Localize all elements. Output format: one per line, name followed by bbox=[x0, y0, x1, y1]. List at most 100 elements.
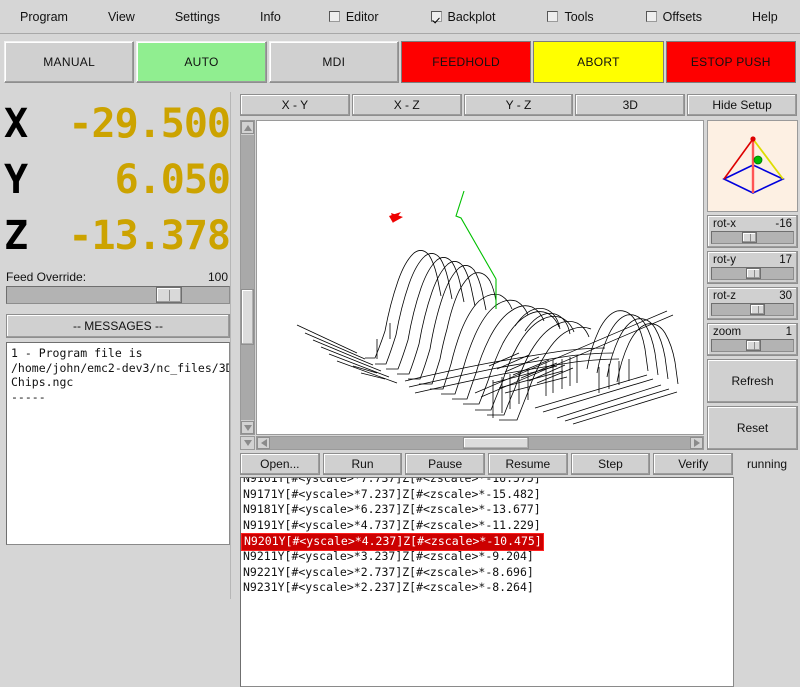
menu-bar: Program View Settings Info Editor Backpl… bbox=[0, 0, 800, 34]
mode-button-abort[interactable]: ABORT bbox=[533, 41, 663, 83]
refresh-button[interactable]: Refresh bbox=[707, 359, 798, 403]
checkbox-backplot-label: Backplot bbox=[448, 10, 496, 24]
feed-override-label: Feed Override: bbox=[6, 270, 86, 284]
reset-button[interactable]: Reset bbox=[707, 406, 798, 450]
rot-x-label: rot-x bbox=[713, 218, 736, 230]
menu-item-view[interactable]: View bbox=[102, 7, 141, 27]
gcode-line[interactable]: N9231Y[#<yscale>*2.237]Z[#<zscale>*-8.26… bbox=[241, 580, 733, 596]
run-button[interactable]: Run bbox=[323, 453, 403, 475]
checkbox-offsets[interactable]: Offsets bbox=[642, 7, 706, 27]
rot-y-control[interactable]: rot-y 17 bbox=[707, 251, 798, 284]
messages-text: 1 - Program file is /home/john/emc2-dev3… bbox=[6, 342, 230, 545]
view-tab-3d[interactable]: 3D bbox=[575, 94, 685, 116]
rot-y-label: rot-y bbox=[713, 254, 736, 266]
plot-scroll-right-icon[interactable] bbox=[690, 437, 703, 449]
rot-x-slider[interactable] bbox=[711, 231, 794, 244]
plot-hscroll-thumb[interactable] bbox=[463, 437, 529, 449]
mode-button-mdi[interactable]: MDI bbox=[269, 41, 399, 83]
dro-axis-label-z: Z bbox=[4, 216, 40, 256]
rot-y-slider-thumb[interactable] bbox=[746, 268, 761, 279]
dro-row-x: X -29.500 bbox=[4, 96, 230, 152]
rot-y-value: 17 bbox=[779, 254, 792, 266]
toolpath-drawing bbox=[257, 121, 703, 434]
mode-button-manual[interactable]: MANUAL bbox=[4, 41, 134, 83]
plot-scroll-corner[interactable] bbox=[240, 436, 255, 450]
menu-item-help[interactable]: Help bbox=[746, 7, 784, 27]
zoom-control[interactable]: zoom 1 bbox=[707, 323, 798, 356]
rot-x-slider-thumb[interactable] bbox=[742, 232, 757, 243]
pause-button[interactable]: Pause bbox=[405, 453, 485, 475]
rot-z-control[interactable]: rot-z 30 bbox=[707, 287, 798, 320]
zoom-slider[interactable] bbox=[711, 339, 794, 352]
zoom-label: zoom bbox=[713, 326, 741, 338]
run-status-label: running bbox=[736, 457, 798, 471]
resume-button[interactable]: Resume bbox=[488, 453, 568, 475]
gcode-line[interactable]: N9221Y[#<yscale>*2.737]Z[#<zscale>*-8.69… bbox=[241, 565, 733, 581]
backplot-canvas[interactable] bbox=[256, 120, 704, 435]
dro-value-x: -29.500 bbox=[40, 104, 230, 144]
plot-scroll-up-icon[interactable] bbox=[241, 121, 254, 134]
dro-axis-label-y: Y bbox=[4, 160, 40, 200]
checkbox-tools[interactable]: Tools bbox=[543, 7, 597, 27]
messages-header-button[interactable]: -- MESSAGES -- bbox=[6, 314, 230, 338]
gcode-panel-filler bbox=[734, 477, 800, 687]
program-control-row: Open... Run Pause Resume Step Verify run… bbox=[240, 452, 798, 476]
view-tab-xy[interactable]: X - Y bbox=[240, 94, 350, 116]
gcode-line[interactable]: N9211Y[#<yscale>*3.237]Z[#<zscale>*-9.20… bbox=[241, 549, 733, 565]
view-tab-xz[interactable]: X - Z bbox=[352, 94, 462, 116]
linuxcnc-axis-window: Program View Settings Info Editor Backpl… bbox=[0, 0, 800, 599]
rot-x-value: -16 bbox=[775, 218, 792, 230]
plot-vertical-scrollbar[interactable] bbox=[240, 120, 255, 435]
mode-button-feedhold[interactable]: FEEDHOLD bbox=[401, 41, 531, 83]
menu-item-info[interactable]: Info bbox=[254, 7, 287, 27]
menu-item-settings[interactable]: Settings bbox=[169, 7, 226, 27]
rot-z-label: rot-z bbox=[713, 290, 736, 302]
view-tab-hide-setup[interactable]: Hide Setup bbox=[687, 94, 797, 116]
dro-row-y: Y 6.050 bbox=[4, 152, 230, 208]
gcode-line[interactable]: N9181Y[#<yscale>*6.237]Z[#<zscale>*-13.6… bbox=[241, 502, 733, 518]
checkbox-backplot-box[interactable] bbox=[431, 11, 442, 22]
backplot-area: rot-x -16 rot-y 17 bbox=[240, 120, 798, 450]
panel-divider[interactable] bbox=[230, 92, 237, 599]
checkbox-editor-box[interactable] bbox=[329, 11, 340, 22]
gcode-line[interactable]: N9171Y[#<yscale>*7.237]Z[#<zscale>*-15.4… bbox=[241, 487, 733, 503]
gcode-line[interactable]: N9191Y[#<yscale>*4.737]Z[#<zscale>*-11.2… bbox=[241, 518, 733, 534]
plot-horizontal-scrollbar[interactable] bbox=[256, 436, 704, 450]
checkbox-backplot[interactable]: Backplot bbox=[427, 7, 500, 27]
plot-vscroll-track[interactable] bbox=[241, 135, 254, 420]
gcode-listing[interactable]: N9161Y[#<yscale>*7.737]Z[#<zscale>*-16.5… bbox=[240, 477, 734, 687]
step-button[interactable]: Step bbox=[571, 453, 651, 475]
feed-override-slider-thumb[interactable] bbox=[156, 287, 182, 303]
right-panel: X - Y X - Z Y - Z 3D Hide Setup bbox=[238, 92, 800, 599]
feed-override-slider[interactable] bbox=[6, 286, 230, 304]
zoom-slider-thumb[interactable] bbox=[746, 340, 761, 351]
rot-z-value: 30 bbox=[779, 290, 792, 302]
verify-button[interactable]: Verify bbox=[653, 453, 733, 475]
checkbox-offsets-label: Offsets bbox=[663, 10, 702, 24]
mode-button-auto[interactable]: AUTO bbox=[136, 41, 266, 83]
tool-position-marker bbox=[389, 212, 403, 223]
checkbox-editor-label: Editor bbox=[346, 10, 379, 24]
feed-override-value: 100 bbox=[208, 270, 228, 284]
checkbox-tools-box[interactable] bbox=[547, 11, 558, 22]
axis-pyramid-icon bbox=[707, 120, 798, 212]
menu-item-program[interactable]: Program bbox=[14, 7, 74, 27]
dro-value-z: -13.378 bbox=[40, 216, 230, 256]
rot-z-slider-thumb[interactable] bbox=[750, 304, 765, 315]
checkbox-editor[interactable]: Editor bbox=[325, 7, 383, 27]
gcode-line[interactable]: N9161Y[#<yscale>*7.737]Z[#<zscale>*-16.5… bbox=[241, 477, 733, 487]
checkbox-offsets-box[interactable] bbox=[646, 11, 657, 22]
mode-button-estop[interactable]: ESTOP PUSH bbox=[666, 41, 796, 83]
rot-x-control[interactable]: rot-x -16 bbox=[707, 215, 798, 248]
plot-scroll-down-icon[interactable] bbox=[241, 421, 254, 434]
rot-z-slider[interactable] bbox=[711, 303, 794, 316]
view-tab-bar: X - Y X - Z Y - Z 3D Hide Setup bbox=[238, 92, 800, 118]
rot-y-slider[interactable] bbox=[711, 267, 794, 280]
view-tab-yz[interactable]: Y - Z bbox=[464, 94, 574, 116]
plot-vscroll-thumb[interactable] bbox=[241, 289, 254, 345]
left-panel: X -29.500 Y 6.050 Z -13.378 Feed Overrid… bbox=[0, 92, 236, 599]
dro-readout: X -29.500 Y 6.050 Z -13.378 bbox=[0, 92, 236, 264]
open-button[interactable]: Open... bbox=[240, 453, 320, 475]
mode-button-row: MANUAL AUTO MDI FEEDHOLD ABORT ESTOP PUS… bbox=[0, 34, 800, 90]
plot-scroll-left-icon[interactable] bbox=[257, 437, 270, 449]
